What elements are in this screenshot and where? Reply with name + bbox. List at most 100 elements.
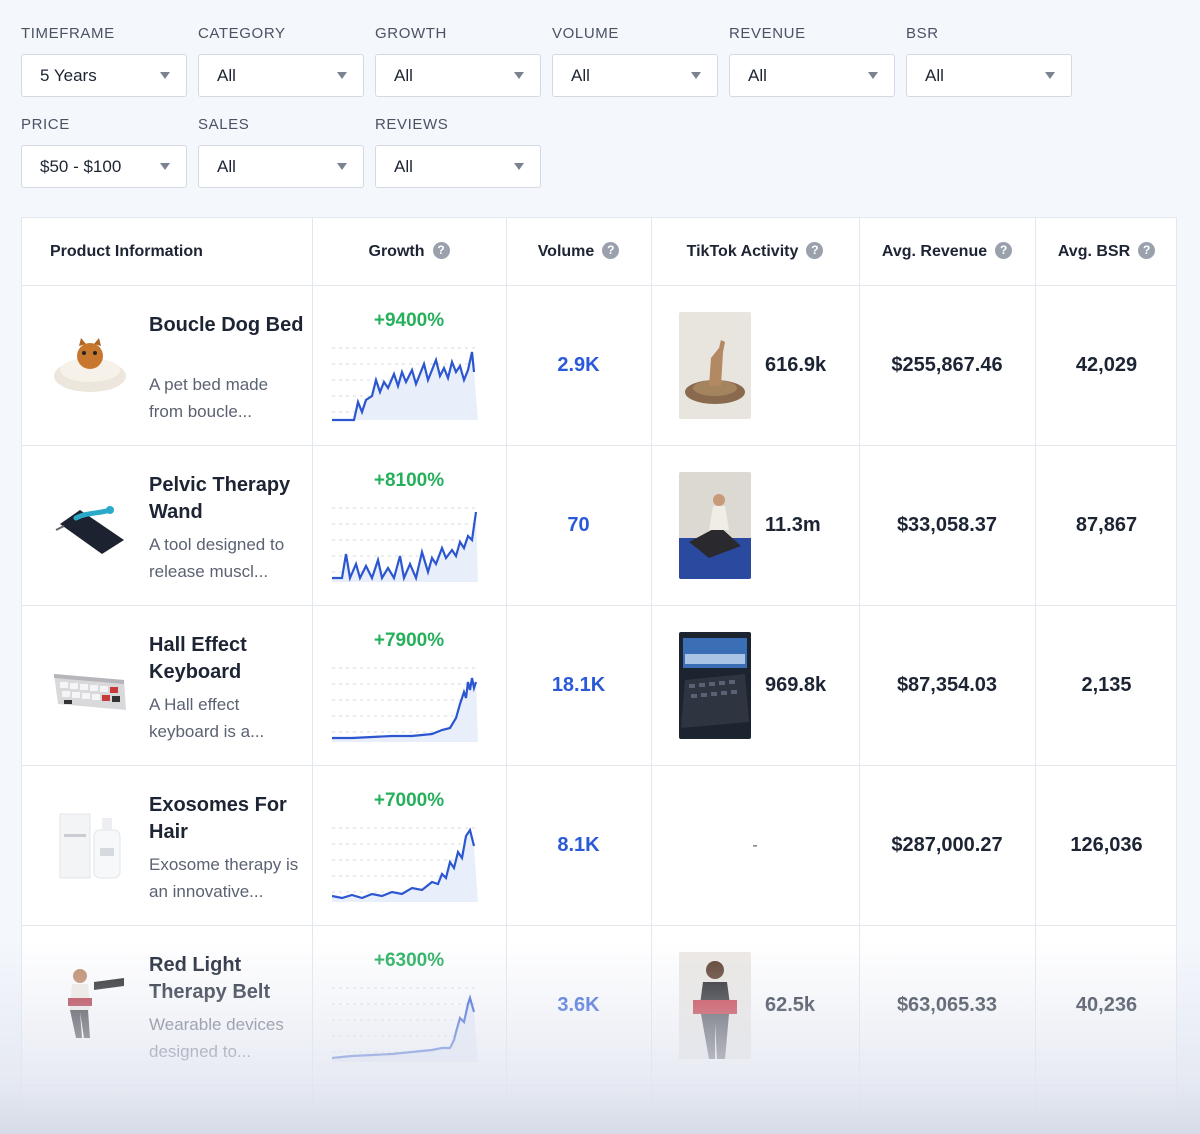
growth-value: +7900% xyxy=(373,630,445,651)
table-row[interactable]: Red Light Therapy Belt Wearable devices … xyxy=(22,926,1176,1086)
growth-sparkline xyxy=(332,827,478,902)
therapy-belt-image xyxy=(68,969,124,1038)
bsr-cell: 87,867 xyxy=(1035,446,1176,605)
chevron-down-icon xyxy=(514,72,524,79)
growth-sparkline xyxy=(332,667,478,742)
product-description: A pet bed made from boucle... xyxy=(149,375,269,421)
price-select[interactable]: $50 - $100 xyxy=(21,145,187,188)
bsr-value: 87,867 xyxy=(1075,514,1138,536)
filter-label: TIMEFRAME xyxy=(21,25,115,42)
volume-value[interactable]: 2.9K xyxy=(506,286,651,445)
table-row[interactable]: Pelvic Therapy Wand A tool designed to r… xyxy=(22,446,1176,606)
product-info-cell: Hall Effect Keyboard A Hall effect keybo… xyxy=(22,606,312,765)
header-label: Product Information xyxy=(50,243,203,260)
tiktok-video-thumbnail[interactable] xyxy=(679,312,751,419)
filter-label: REVENUE xyxy=(729,25,806,42)
product-info-cell: Boucle Dog Bed A pet bed made from boucl… xyxy=(22,286,312,445)
growth-cell: +8100% xyxy=(312,446,506,605)
tiktok-empty-value: - xyxy=(752,837,758,854)
header-bsr[interactable]: Avg. BSR? xyxy=(1035,218,1176,286)
growth-cell: +6300% xyxy=(312,926,506,1085)
bsr-value: 40,236 xyxy=(1075,994,1138,1016)
growth-cell: +7900% xyxy=(312,606,506,765)
volume-value[interactable]: 3.6K xyxy=(506,926,651,1085)
header-label: Avg. BSR xyxy=(1057,243,1131,260)
sales-select[interactable]: All xyxy=(198,145,364,188)
revenue-cell: $63,065.33 xyxy=(859,926,1035,1085)
tiktok-cell: 62.5k xyxy=(651,926,859,1085)
growth-value: +9400% xyxy=(373,310,445,331)
volume-cell: 18.1K xyxy=(506,606,651,765)
tiktok-video-thumbnail[interactable] xyxy=(679,632,751,739)
revenue-cell: $33,058.37 xyxy=(859,446,1035,605)
tiktok-video-thumbnail[interactable] xyxy=(679,952,751,1059)
revenue-value: $63,065.33 xyxy=(896,994,998,1016)
volume-select[interactable]: All xyxy=(552,54,718,97)
tiktok-views: 969.8k xyxy=(765,674,827,696)
header-tiktok[interactable]: TikTok Activity? xyxy=(651,218,859,286)
category-select[interactable]: All xyxy=(198,54,364,97)
filter-label: PRICE xyxy=(21,116,70,133)
reviews-select[interactable]: All xyxy=(375,145,541,188)
tiktok-cell: - xyxy=(651,766,859,925)
chevron-down-icon xyxy=(337,163,347,170)
bsr-select[interactable]: All xyxy=(906,54,1072,97)
product-name[interactable]: Exosomes For Hair xyxy=(149,792,309,846)
header-volume[interactable]: Volume? xyxy=(506,218,651,286)
bsr-value: 2,135 xyxy=(1081,674,1132,696)
tiktok-video-thumbnail[interactable] xyxy=(679,472,751,579)
timeframe-select[interactable]: 5 Years xyxy=(21,54,187,97)
help-icon[interactable]: ? xyxy=(602,241,620,259)
header-label: Growth xyxy=(368,243,425,260)
table-row[interactable]: Boucle Dog Bed A pet bed made from boucl… xyxy=(22,286,1176,446)
filter-reviews: REVIEWS All xyxy=(375,115,541,188)
filter-volume: VOLUME All xyxy=(552,24,718,97)
filter-label: GROWTH xyxy=(375,25,447,42)
table-row[interactable]: Hall Effect Keyboard A Hall effect keybo… xyxy=(22,606,1176,766)
header-label: Volume xyxy=(537,243,595,260)
help-icon[interactable]: ? xyxy=(995,241,1013,259)
help-icon[interactable]: ? xyxy=(1138,241,1156,259)
filter-label: VOLUME xyxy=(552,25,619,42)
select-value: All xyxy=(571,66,590,85)
revenue-select[interactable]: All xyxy=(729,54,895,97)
product-info-cell: Red Light Therapy Belt Wearable devices … xyxy=(22,926,312,1085)
product-description: Wearable devices designed to... xyxy=(149,1015,284,1061)
bsr-cell: 126,036 xyxy=(1035,766,1176,925)
select-value: All xyxy=(217,66,236,85)
product-name[interactable]: Hall Effect Keyboard xyxy=(149,632,309,686)
volume-cell: 3.6K xyxy=(506,926,651,1085)
tiktok-views: 11.3m xyxy=(765,514,821,536)
therapy-wand-image xyxy=(55,506,124,554)
help-icon[interactable]: ? xyxy=(432,241,450,259)
chevron-down-icon xyxy=(868,72,878,79)
volume-value[interactable]: 8.1K xyxy=(506,766,651,925)
help-icon[interactable]: ? xyxy=(806,241,824,259)
filter-label: SALES xyxy=(198,116,250,133)
revenue-cell: $287,000.27 xyxy=(859,766,1035,925)
revenue-value: $287,000.27 xyxy=(891,834,1003,856)
bsr-cell: 42,029 xyxy=(1035,286,1176,445)
table-header: Product Information Growth? Volume? TikT… xyxy=(22,218,1176,286)
product-name[interactable]: Pelvic Therapy Wand xyxy=(149,472,309,526)
growth-value: +7000% xyxy=(373,790,445,811)
tiktok-cell: 11.3m xyxy=(651,446,859,605)
revenue-value: $33,058.37 xyxy=(896,514,998,536)
volume-value[interactable]: 70 xyxy=(506,446,651,605)
product-name[interactable]: Red Light Therapy Belt xyxy=(149,952,309,1006)
tiktok-cell: 616.9k xyxy=(651,286,859,445)
header-product: Product Information xyxy=(22,218,312,286)
volume-cell: 70 xyxy=(506,446,651,605)
product-description: Exosome therapy is an innovative... xyxy=(149,855,299,901)
product-name[interactable]: Boucle Dog Bed xyxy=(149,312,309,339)
chevron-down-icon xyxy=(1045,72,1055,79)
growth-select[interactable]: All xyxy=(375,54,541,97)
table-row[interactable]: Exosomes For Hair Exosome therapy is an … xyxy=(22,766,1176,926)
growth-sparkline xyxy=(332,507,478,582)
volume-value[interactable]: 18.1K xyxy=(506,606,651,765)
header-growth[interactable]: Growth? xyxy=(312,218,506,286)
growth-cell: +7000% xyxy=(312,766,506,925)
header-revenue[interactable]: Avg. Revenue? xyxy=(859,218,1035,286)
chevron-down-icon xyxy=(691,72,701,79)
select-value: 5 Years xyxy=(40,66,97,85)
